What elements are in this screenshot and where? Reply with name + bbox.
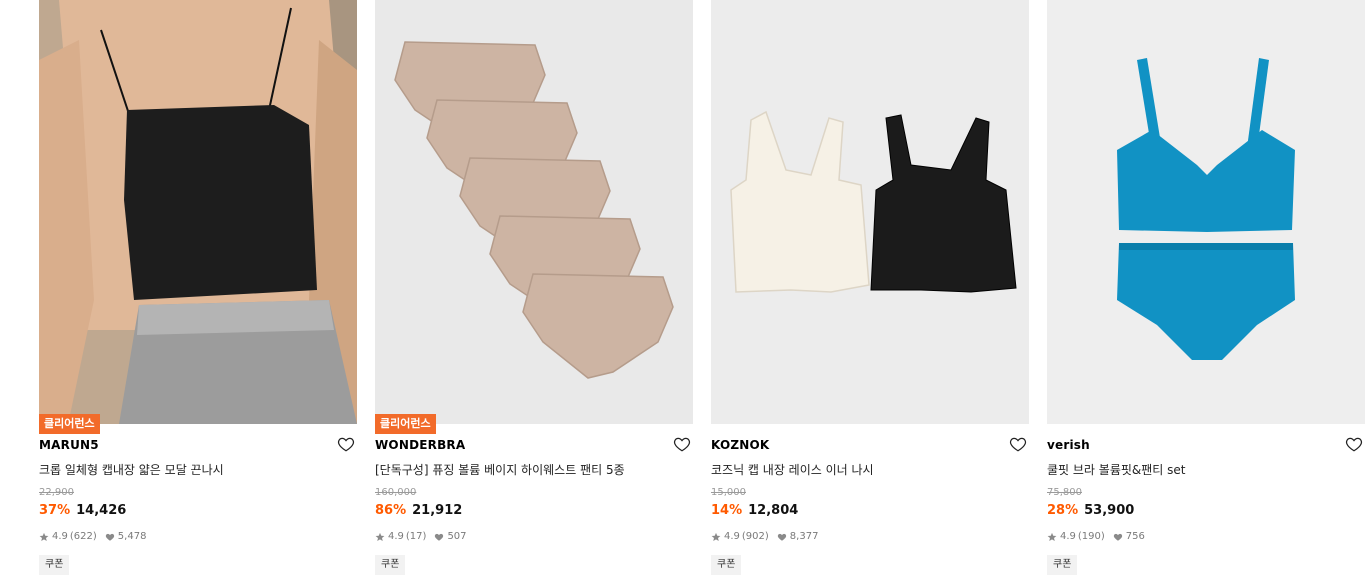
sale-price: 12,804 xyxy=(748,503,799,518)
product-photo-blue-bra-set xyxy=(1047,0,1365,424)
heart-filled-icon xyxy=(1113,533,1122,541)
price-row: 86% 21,912 xyxy=(375,503,462,518)
heart-outline-icon[interactable] xyxy=(337,435,355,453)
rating-likes: 4.9 (902) 8,377 xyxy=(711,531,818,542)
rating-value: 4.9 xyxy=(724,531,740,542)
original-price: 15,000 xyxy=(711,487,746,498)
discount-rate: 37% xyxy=(39,503,71,518)
rating-likes: 4.9 (17) 507 xyxy=(375,531,467,542)
product-card[interactable]: 클리어런스 MARUN5 크롭 일체형 캡내장 얇은 모달 끈나시 22,900… xyxy=(39,0,357,585)
brand-name[interactable]: WONDERBRA xyxy=(375,438,465,452)
like-count: 8,377 xyxy=(789,531,819,542)
coupon-tag: 쿠폰 xyxy=(1047,555,1078,575)
original-price: 160,000 xyxy=(375,487,417,498)
star-icon xyxy=(711,532,721,541)
like-count: 5,478 xyxy=(117,531,147,542)
sale-price: 21,912 xyxy=(412,503,463,518)
review-count: (190) xyxy=(1077,531,1105,542)
brand-name[interactable]: MARUN5 xyxy=(39,438,99,452)
heart-outline-icon[interactable] xyxy=(1009,435,1027,453)
coupon-tag: 쿠폰 xyxy=(39,555,70,575)
rating-value: 4.9 xyxy=(52,531,68,542)
original-price: 75,800 xyxy=(1047,487,1082,498)
product-image[interactable] xyxy=(375,0,693,424)
heart-filled-icon xyxy=(105,533,114,541)
rating-value: 4.9 xyxy=(1060,531,1076,542)
heart-outline-icon[interactable] xyxy=(1345,435,1363,453)
review-count: (17) xyxy=(405,531,427,542)
review-count: (902) xyxy=(741,531,769,542)
heart-filled-icon xyxy=(777,533,786,541)
clearance-badge: 클리어런스 xyxy=(375,414,436,434)
clearance-badge: 클리어런스 xyxy=(39,414,100,434)
product-card[interactable]: KOZNOK 코즈닉 캡 내장 레이스 이너 나시 15,000 14% 12,8… xyxy=(711,0,1029,585)
coupon-tag: 쿠폰 xyxy=(711,555,742,575)
brand-name[interactable]: verish xyxy=(1047,438,1090,452)
product-image[interactable] xyxy=(39,0,357,424)
price-row: 14% 12,804 xyxy=(711,503,798,518)
star-icon xyxy=(39,532,49,541)
discount-rate: 28% xyxy=(1047,503,1079,518)
heart-filled-icon xyxy=(435,533,444,541)
rating-likes: 4.9 (622) 5,478 xyxy=(39,531,146,542)
coupon-tag: 쿠폰 xyxy=(375,555,406,575)
like-count: 756 xyxy=(1125,531,1145,542)
product-grid: 클리어런스 MARUN5 크롭 일체형 캡내장 얇은 모달 끈나시 22,900… xyxy=(0,0,1372,585)
sale-price: 14,426 xyxy=(76,503,127,518)
product-name[interactable]: [단독구성] 퓨징 볼륨 베이지 하이웨스트 팬티 5종 xyxy=(375,461,625,478)
product-image[interactable] xyxy=(1047,0,1365,424)
product-card[interactable]: verish 쿨핏 브라 볼륨핏&팬티 set 75,800 28% 53,900… xyxy=(1047,0,1365,585)
star-icon xyxy=(375,532,385,541)
product-card[interactable]: 클리어런스 WONDERBRA [단독구성] 퓨징 볼륨 베이지 하이웨스트 팬… xyxy=(375,0,693,585)
like-count: 507 xyxy=(447,531,467,542)
brand-name[interactable]: KOZNOK xyxy=(711,438,769,452)
product-photo-model-black-camisole xyxy=(39,0,357,424)
sale-price: 53,900 xyxy=(1084,503,1135,518)
price-row: 28% 53,900 xyxy=(1047,503,1134,518)
heart-outline-icon[interactable] xyxy=(673,435,691,453)
discount-rate: 14% xyxy=(711,503,743,518)
product-name[interactable]: 코즈닉 캡 내장 레이스 이너 나시 xyxy=(711,461,874,478)
rating-likes: 4.9 (190) 756 xyxy=(1047,531,1145,542)
discount-rate: 86% xyxy=(375,503,407,518)
product-image[interactable] xyxy=(711,0,1029,424)
star-icon xyxy=(1047,532,1057,541)
rating-value: 4.9 xyxy=(388,531,404,542)
review-count: (622) xyxy=(69,531,97,542)
original-price: 22,900 xyxy=(39,487,74,498)
product-name[interactable]: 쿨핏 브라 볼륨핏&팬티 set xyxy=(1047,461,1186,478)
product-photo-lace-camisoles xyxy=(711,0,1029,424)
product-photo-beige-briefs xyxy=(375,0,693,424)
price-row: 37% 14,426 xyxy=(39,503,126,518)
product-name[interactable]: 크롭 일체형 캡내장 얇은 모달 끈나시 xyxy=(39,461,224,478)
